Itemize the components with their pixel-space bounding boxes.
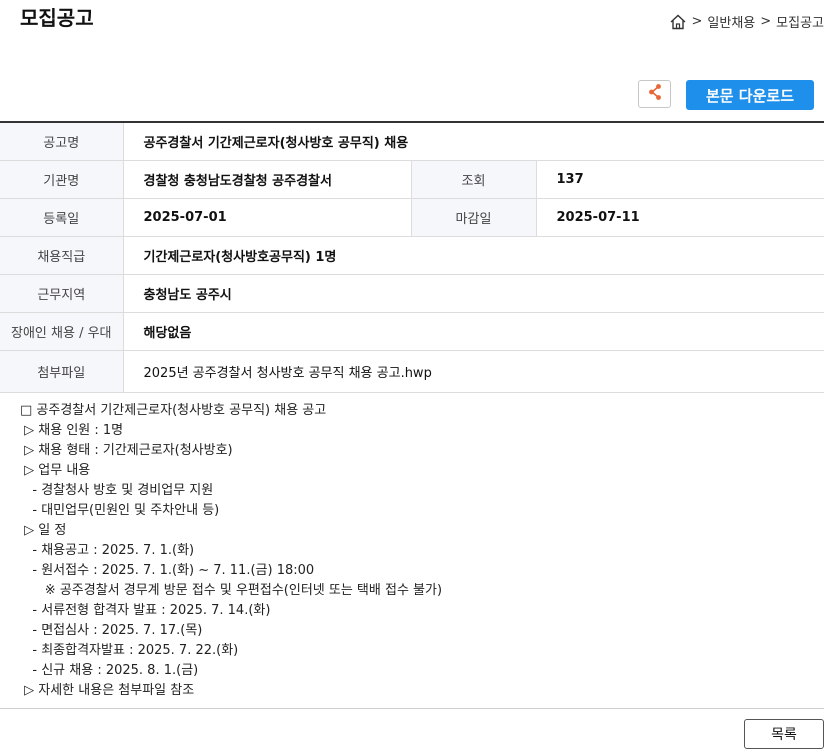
share-button[interactable] bbox=[638, 80, 671, 108]
body-line: □ 공주경찰서 기간제근로자(청사방호 공무직) 채용 공고 bbox=[20, 403, 327, 418]
title-label: 공고명 bbox=[0, 122, 124, 161]
attachment-link[interactable]: 2025년 공주경찰서 청사방호 공무직 채용 공고.hwp bbox=[123, 350, 824, 393]
deadline-label: 마감일 bbox=[411, 198, 537, 237]
body-line: - 채용공고 : 2025. 7. 1.(화) bbox=[20, 543, 195, 558]
org-label: 기관명 bbox=[0, 160, 124, 199]
breadcrumb: > 일반채용 > 모집공고 bbox=[669, 12, 824, 31]
posting-body: □ 공주경찰서 기간제근로자(청사방호 공무직) 채용 공고 ▷ 채용 인원 :… bbox=[20, 401, 442, 701]
body-line: - 최종합격자발표 : 2025. 7. 22.(화) bbox=[20, 643, 239, 658]
body-line: - 대민업무(민원인 및 주차안내 등) bbox=[20, 503, 220, 518]
list-button[interactable]: 목록 bbox=[744, 719, 824, 749]
body-line: - 신규 채용 : 2025. 8. 1.(금) bbox=[20, 663, 199, 678]
table-row: 기관명 경찰청 충청남도경찰청 공주경찰서 조회 137 bbox=[0, 160, 824, 199]
title-value: 공주경찰서 기간제근로자(청사방호 공무직) 채용 bbox=[123, 122, 824, 161]
reg-date-label: 등록일 bbox=[0, 198, 124, 237]
table-row: 근무지역 충청남도 공주시 bbox=[0, 274, 824, 313]
org-value: 경찰청 충청남도경찰청 공주경찰서 bbox=[123, 160, 412, 199]
breadcrumb-separator: > bbox=[691, 14, 703, 29]
body-line: ▷ 일 정 bbox=[20, 523, 67, 538]
body-line: ▷ 자세한 내용은 첨부파일 참조 bbox=[20, 683, 195, 698]
body-line: - 서류전형 합격자 발표 : 2025. 7. 14.(화) bbox=[20, 603, 271, 618]
body-line: - 원서접수 : 2025. 7. 1.(화) ~ 7. 11.(금) 18:0… bbox=[20, 563, 315, 578]
breadcrumb-item-general-hiring[interactable]: 일반채용 bbox=[707, 12, 755, 31]
region-value: 충청남도 공주시 bbox=[123, 274, 824, 313]
body-line: - 경찰청사 방호 및 경비업무 지원 bbox=[20, 483, 214, 498]
attachment-label: 첨부파일 bbox=[0, 350, 124, 393]
views-value: 137 bbox=[536, 160, 824, 199]
body-line: ※ 공주경찰서 경무계 방문 접수 및 우편접수(인터넷 또는 택배 접수 불가… bbox=[20, 583, 443, 598]
table-row: 채용직급 기간제근로자(청사방호공무직) 1명 bbox=[0, 236, 824, 275]
table-row: 장애인 채용 / 우대 해당없음 bbox=[0, 312, 824, 351]
posting-info-table: 공고명 공주경찰서 기간제근로자(청사방호 공무직) 채용 기관명 경찰청 충청… bbox=[0, 121, 824, 393]
position-value: 기간제근로자(청사방호공무직) 1명 bbox=[123, 236, 824, 275]
table-row: 공고명 공주경찰서 기간제근로자(청사방호 공무직) 채용 bbox=[0, 122, 824, 161]
table-row: 첨부파일 2025년 공주경찰서 청사방호 공무직 채용 공고.hwp bbox=[0, 350, 824, 393]
share-icon bbox=[647, 83, 663, 105]
reg-date-value: 2025-07-01 bbox=[123, 198, 412, 237]
divider bbox=[0, 708, 824, 709]
home-icon[interactable] bbox=[669, 13, 687, 31]
disabled-hiring-value: 해당없음 bbox=[123, 312, 824, 351]
body-line: ▷ 업무 내용 bbox=[20, 463, 91, 478]
download-body-button[interactable]: 본문 다운로드 bbox=[686, 80, 814, 110]
breadcrumb-separator: > bbox=[760, 14, 772, 29]
body-line: ▷ 채용 형태 : 기간제근로자(청사방호) bbox=[20, 443, 233, 458]
region-label: 근무지역 bbox=[0, 274, 124, 313]
body-line: - 면접심사 : 2025. 7. 17.(목) bbox=[20, 623, 203, 638]
body-line: ▷ 채용 인원 : 1명 bbox=[20, 423, 124, 438]
deadline-value: 2025-07-11 bbox=[536, 198, 824, 237]
position-label: 채용직급 bbox=[0, 236, 124, 275]
disabled-hiring-label: 장애인 채용 / 우대 bbox=[0, 312, 124, 351]
views-label: 조회 bbox=[411, 160, 537, 199]
table-row: 등록일 2025-07-01 마감일 2025-07-11 bbox=[0, 198, 824, 237]
page-title: 모집공고 bbox=[20, 6, 94, 30]
breadcrumb-item-recruitment[interactable]: 모집공고 bbox=[776, 12, 824, 31]
